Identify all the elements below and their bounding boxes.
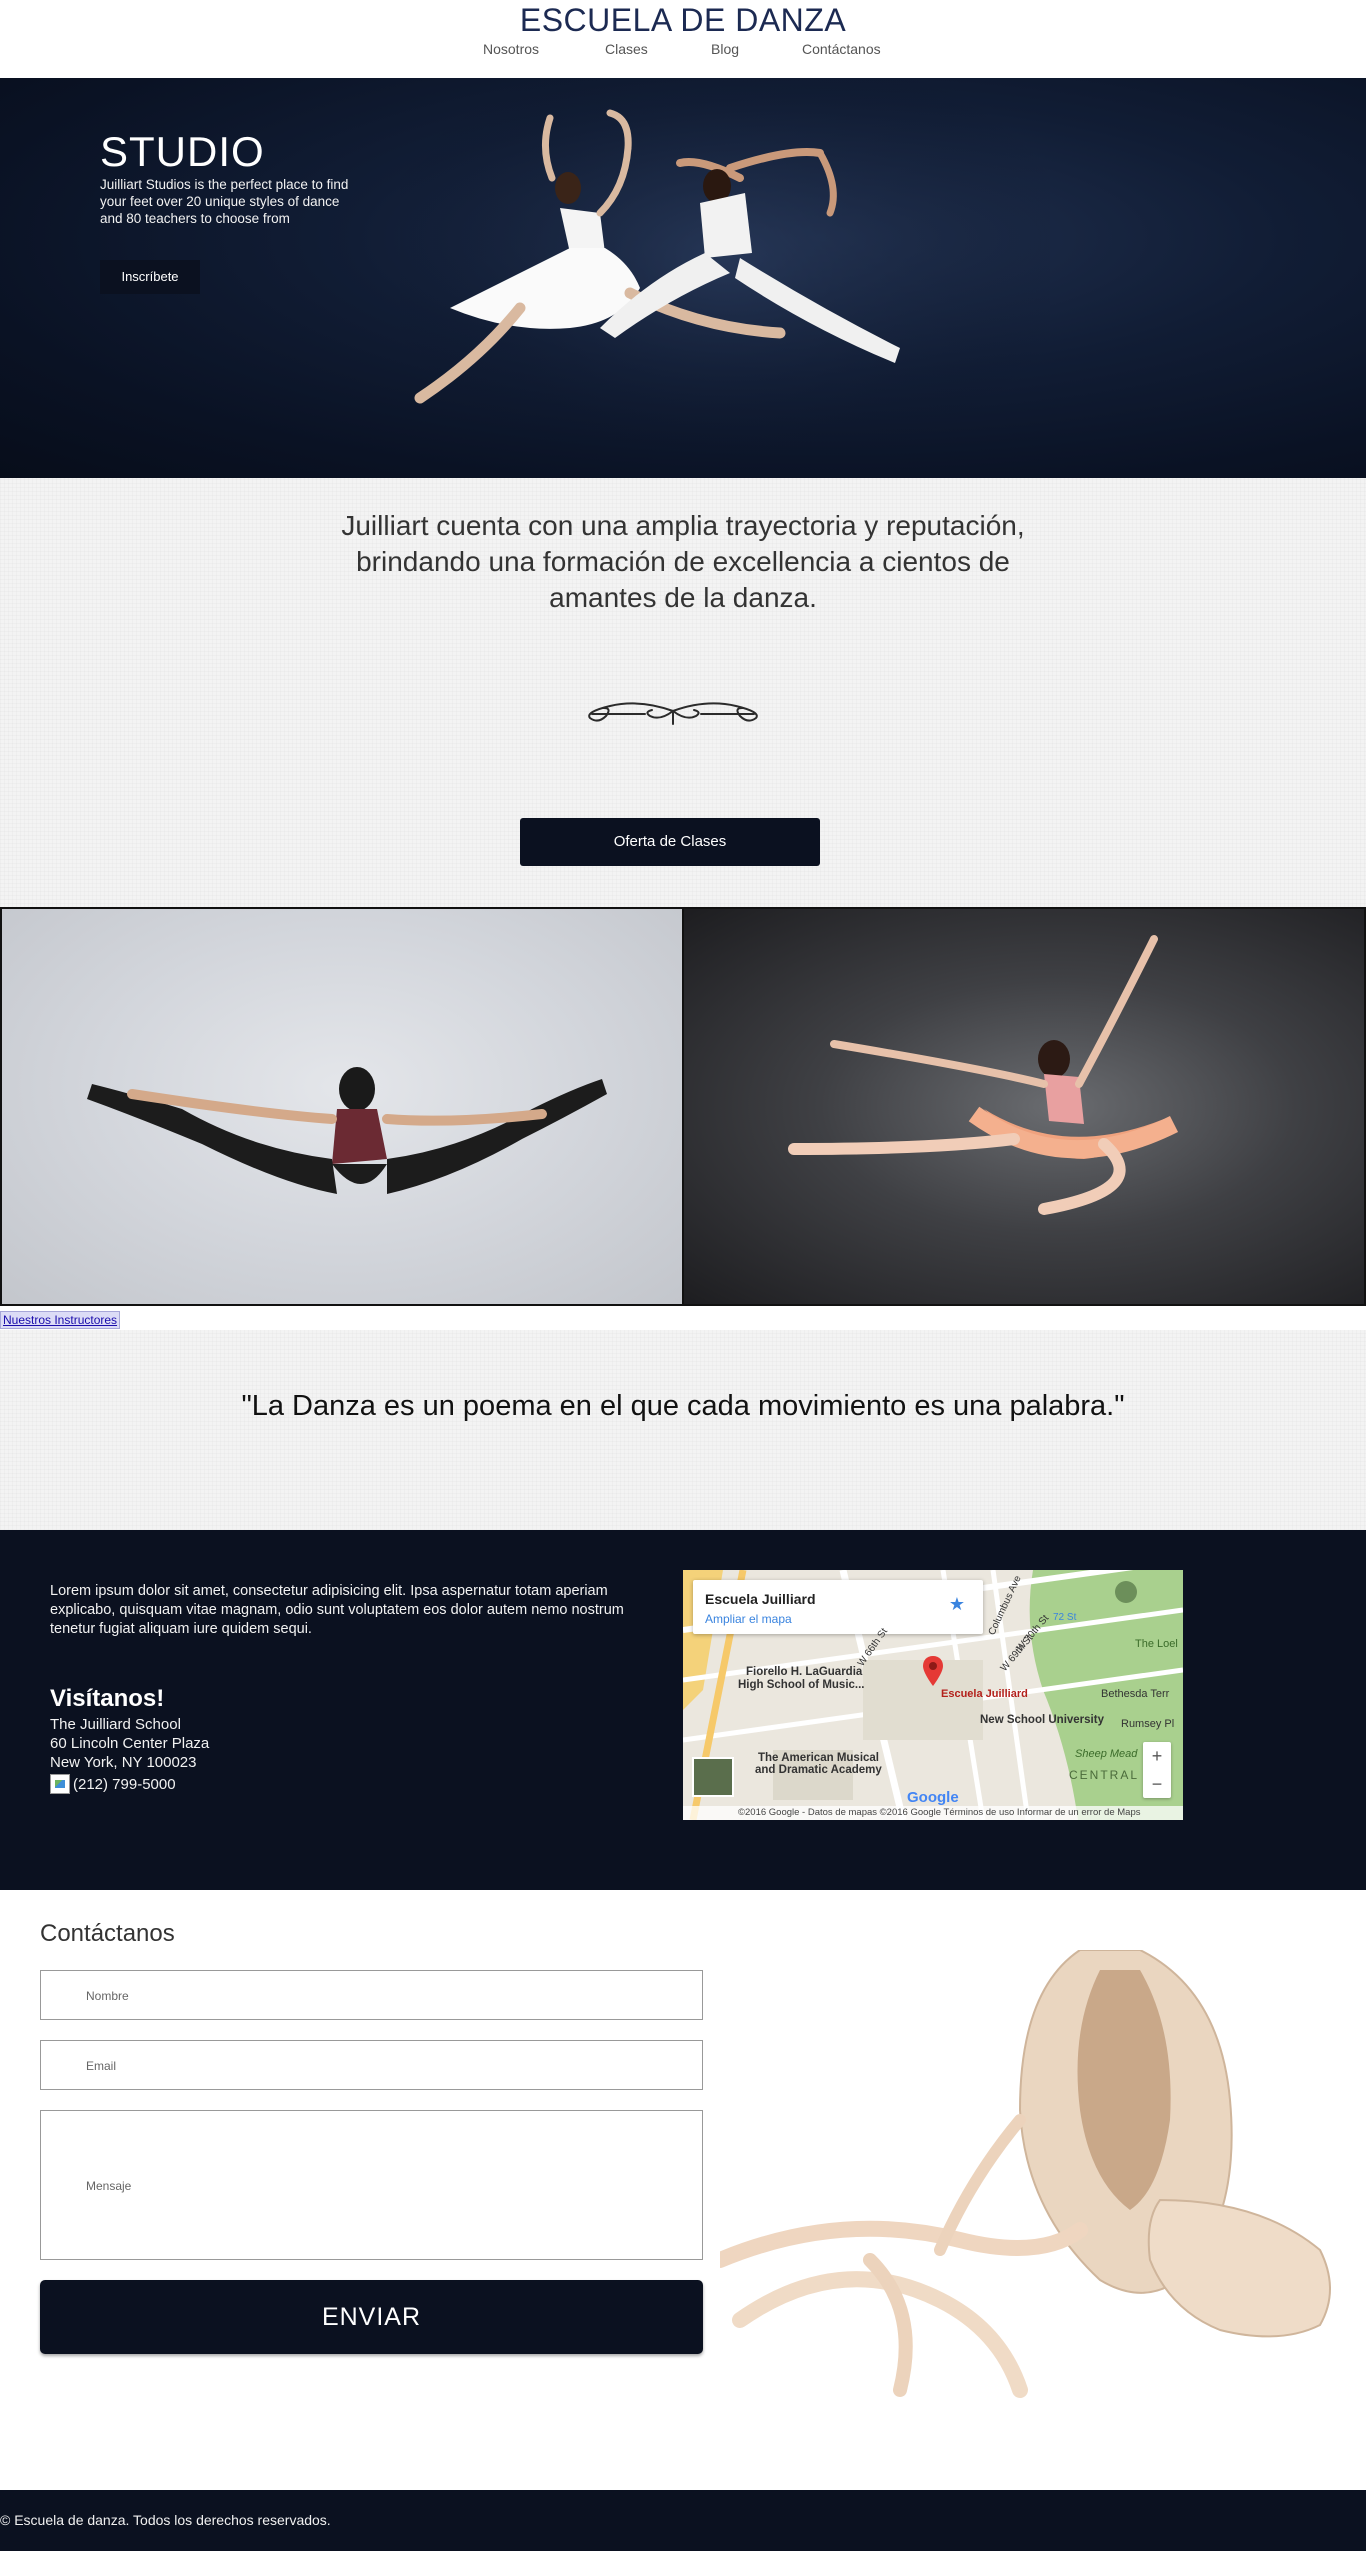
map-label: CENTRAL [1069,1768,1140,1782]
visit-description: Lorem ipsum dolor sit amet, consectetur … [50,1583,624,1637]
nav-blog[interactable]: Blog [711,41,739,57]
inscribete-button[interactable]: Inscríbete [100,260,200,294]
google-logo: Google [907,1789,959,1806]
map-zoom-controls: + − [1143,1742,1171,1798]
map-place-title: Escuela Juilliard [705,1591,816,1607]
pointe-shoes-image [720,1950,1331,2398]
enlarge-map-link[interactable]: Ampliar el mapa [705,1612,792,1626]
site-header: ESCUELA DE DANZA Nosotros Clases Blog Co… [0,0,1366,78]
hero-banner: STUDIO Juilliart Studios is the perfect … [0,78,1366,478]
map-label: Sheep Mead [1075,1748,1138,1760]
site-title[interactable]: ESCUELA DE DANZA [0,2,1366,39]
oferta-de-clases-button[interactable]: Oferta de Clases [520,818,820,866]
copyright-text: © Escuela de danza. Todos los derechos r… [0,2512,331,2528]
ballerina-photo [684,909,1364,1304]
message-field[interactable]: Mensaje [40,2110,703,2260]
nav-nosotros[interactable]: Nosotros [483,41,539,57]
zoom-out-button[interactable]: − [1143,1770,1171,1798]
phone-number: (212) 799-5000 [73,1775,176,1793]
quote-text: "La Danza es un poema en el que cada mov… [241,1390,1125,1422]
map-label: Rumsey Pl [1121,1718,1175,1730]
address: The Juilliard School 60 Lincoln Center P… [50,1715,209,1772]
email-field[interactable]: Email [40,2040,703,2090]
map-marker-icon[interactable] [923,1656,943,1686]
dancers-hero-image [400,78,1050,478]
instructors-gallery [0,907,1366,1306]
address-line: The Juilliard School [50,1716,181,1733]
hero-title: STUDIO [100,128,265,175]
intro-section: Juilliart cuenta con una amplia trayecto… [0,478,1366,908]
main-nav: Nosotros Clases Blog Contáctanos [0,41,1366,59]
send-button[interactable]: ENVIAR [40,2280,703,2354]
map-attribution[interactable]: ©2016 Google - Datos de mapas ©2016 Goog… [683,1806,1183,1820]
name-field[interactable]: Nombre [40,1970,703,2020]
map-label: Fiorello H. LaGuardia [746,1666,863,1678]
location-map[interactable]: Escuela Juilliard Ampliar el mapa ★ Escu… [683,1570,1183,1820]
map-label: 72 St [1053,1612,1077,1623]
nav-contactanos[interactable]: Contáctanos [802,41,881,57]
map-label: The Loel [1135,1638,1178,1650]
visit-section: Lorem ipsum dolor sit amet, consectetur … [0,1530,1366,1890]
intro-text: Juilliart cuenta con una amplia trayecto… [341,510,1025,613]
map-place-card: Escuela Juilliard Ampliar el mapa ★ [693,1580,983,1634]
map-label: New School University [980,1714,1104,1726]
quote-section: "La Danza es un poema en el que cada mov… [0,1330,1366,1530]
site-footer: © Escuela de danza. Todos los derechos r… [0,2490,1366,2551]
hero-description: Juilliart Studios is the perfect place t… [100,177,349,226]
map-label: and Dramatic Academy [755,1764,882,1776]
nav-clases[interactable]: Clases [605,41,648,57]
address-line: New York, NY 100023 [50,1754,197,1771]
nuestros-instructores-link[interactable]: Nuestros Instructores [0,1311,121,1329]
phone-icon [50,1774,70,1794]
map-label: High School of Music... [738,1679,865,1691]
visit-title: Visítanos! [50,1685,165,1712]
male-dancer-photo [2,909,682,1304]
contact-title: Contáctanos [40,1920,175,1947]
contact-section: Contáctanos Nombre Email Mensaje ENVIAR [0,1890,1366,2490]
map-label: The American Musical [758,1752,880,1764]
map-label: Bethesda Terr [1101,1688,1170,1700]
phone-row: (212) 799-5000 [50,1774,176,1794]
address-line: 60 Lincoln Center Plaza [50,1735,210,1752]
save-star-icon[interactable]: ★ [949,1594,965,1615]
map-marker-label: Escuela Juilliard [941,1688,1028,1700]
zoom-in-button[interactable]: + [1143,1742,1171,1770]
ornament-divider-icon [588,702,758,725]
